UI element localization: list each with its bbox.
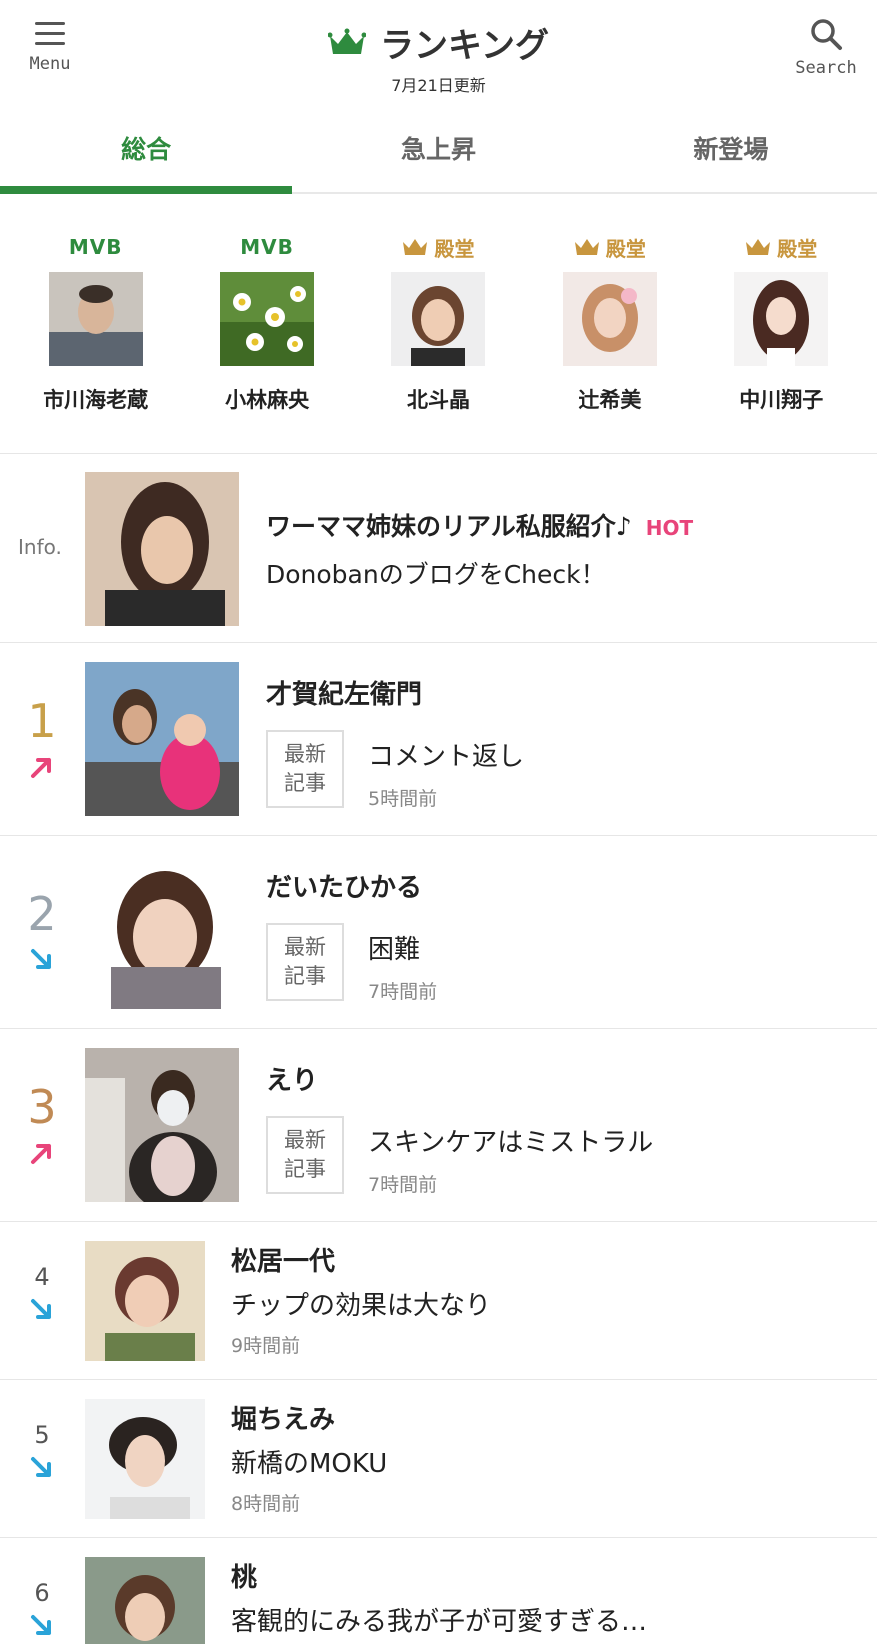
blogger-thumbnail — [85, 662, 239, 816]
rank-number: 6 — [34, 1579, 50, 1607]
rank-number: 2 — [27, 887, 57, 941]
search-button[interactable]: Search — [790, 16, 862, 78]
featured-name: 北斗晶 — [406, 388, 470, 412]
entry-time: 7時間前 — [368, 1174, 438, 1196]
info-row[interactable]: Info. ワーママ姉妹のリアル私服紹介♪ HOT DonobanのブログをChe… — [0, 455, 877, 643]
update-date: 7月21日更新 — [391, 76, 486, 95]
crown-icon — [746, 239, 771, 255]
rank-number: 5 — [34, 1421, 50, 1449]
blogger-thumbnail — [85, 1048, 239, 1202]
crown-icon — [574, 239, 599, 255]
trend-up-icon — [31, 758, 51, 778]
rank-indicator: 3 — [0, 1080, 84, 1166]
avatar — [734, 272, 829, 366]
blogger-name: えり — [266, 1066, 319, 1096]
crown-icon — [403, 239, 428, 255]
rank-indicator: 2 — [0, 887, 84, 973]
entry-title: 困難 — [368, 935, 421, 965]
blogger-name: 才賀紀左衛門 — [266, 680, 423, 710]
latest-article-badge: 最新 記事 — [266, 1116, 344, 1194]
featured-blogger[interactable]: MVB 市川海老蔵 — [16, 194, 176, 453]
rank-indicator: 1 — [0, 694, 84, 780]
blogger-thumbnail — [85, 1241, 205, 1361]
info-title: ワーママ姉妹のリアル私服紹介♪ HOT — [266, 512, 694, 541]
featured-blogger[interactable]: 殿堂 北斗晶 — [358, 194, 518, 453]
tab-overall[interactable]: 総合 — [0, 110, 293, 194]
mvb-badge: MVB — [240, 235, 294, 259]
latest-article-badge: 最新 記事 — [266, 923, 344, 1001]
ranking-row[interactable]: 1 才賀紀左衛門 最新 記事 コメント返し 5時間前 — [0, 644, 877, 836]
avatar — [220, 272, 315, 366]
rank-indicator: 6 — [0, 1579, 84, 1639]
featured-name: 中川翔子 — [739, 388, 824, 412]
entry-title: チップの効果は大なり — [231, 1291, 492, 1321]
featured-name: 市川海老蔵 — [43, 388, 149, 412]
crown-icon — [328, 28, 366, 54]
blogger-name: だいたひかる — [266, 873, 423, 903]
trend-down-icon — [31, 949, 51, 969]
blogger-thumbnail — [85, 1557, 205, 1644]
search-icon — [811, 19, 842, 50]
info-subtitle: DonobanのブログをCheck！ — [266, 560, 606, 589]
app-header: Menu ランキング 7月21日更新 Search — [0, 0, 877, 110]
tab-rising[interactable]: 急上昇 — [292, 110, 584, 192]
blogger-thumbnail — [85, 1399, 205, 1519]
info-thumbnail — [85, 472, 239, 626]
hall-of-fame-badge: 殿堂 — [701, 234, 861, 261]
featured-name: 小林麻央 — [225, 388, 310, 412]
trend-up-icon — [31, 1144, 51, 1164]
rank-number: 3 — [27, 1080, 57, 1134]
entry-title: 新橋のMOKU — [231, 1449, 388, 1479]
featured-name: 辻希美 — [578, 388, 642, 412]
page-title: ランキング — [380, 26, 549, 66]
trend-down-icon — [31, 1457, 51, 1477]
ranking-row[interactable]: 4 松居一代 チップの効果は大なり 9時間前 — [0, 1223, 877, 1380]
blogger-name: 松居一代 — [231, 1247, 336, 1277]
trend-down-icon — [31, 1615, 51, 1635]
search-label: Search — [795, 58, 857, 78]
entry-time: 7時間前 — [368, 981, 438, 1003]
avatar — [48, 272, 143, 366]
avatar — [391, 272, 486, 366]
featured-blogger[interactable]: 殿堂 辻希美 — [530, 194, 690, 453]
blogger-name: 桃 — [231, 1563, 258, 1593]
featured-blogger[interactable]: MVB 小林麻央 — [187, 194, 347, 453]
avatar — [562, 272, 657, 366]
blogger-name: 堀ちえみ — [231, 1405, 336, 1435]
entry-time: 9時間前 — [231, 1335, 301, 1357]
rank-number: 4 — [34, 1263, 50, 1291]
latest-article-badge: 最新 記事 — [266, 730, 344, 808]
rank-number: 1 — [27, 694, 57, 748]
tab-new[interactable]: 新登場 — [585, 110, 877, 192]
entry-time: 8時間前 — [231, 1493, 301, 1515]
entry-title: コメント返し — [368, 742, 525, 772]
entry-title: 客観的にみる我が子が可愛すぎる… — [231, 1607, 648, 1637]
page-title-row: ランキング — [0, 18, 877, 67]
rank-indicator: 4 — [0, 1263, 84, 1323]
info-label: Info. — [18, 535, 62, 559]
ranking-tabs: 総合 急上昇 新登場 — [0, 110, 877, 194]
featured-blogger[interactable]: 殿堂 中川翔子 — [701, 194, 861, 453]
trend-down-icon — [31, 1299, 51, 1319]
featured-bloggers: MVB 市川海老蔵 MVB 小林麻央 殿堂 北斗晶 殿堂 辻希美 殿堂 中川翔子 — [0, 194, 877, 454]
hall-of-fame-badge: 殿堂 — [530, 234, 690, 261]
ranking-row[interactable]: 5 堀ちえみ 新橋のMOKU 8時間前 — [0, 1381, 877, 1538]
ranking-row[interactable]: 6 桃 客観的にみる我が子が可愛すぎる… — [0, 1539, 877, 1644]
hall-of-fame-badge: 殿堂 — [358, 234, 518, 261]
mvb-badge: MVB — [68, 235, 123, 259]
ranking-row[interactable]: 2 だいたひかる 最新 記事 困難 7時間前 — [0, 837, 877, 1029]
rank-indicator: 5 — [0, 1421, 84, 1481]
entry-title: スキンケアはミストラル — [368, 1128, 654, 1158]
entry-time: 5時間前 — [368, 788, 438, 810]
hot-badge: HOT — [645, 516, 694, 540]
blogger-thumbnail — [85, 855, 239, 1009]
ranking-row[interactable]: 3 えり 最新 記事 スキンケアはミストラル 7時間前 — [0, 1030, 877, 1222]
